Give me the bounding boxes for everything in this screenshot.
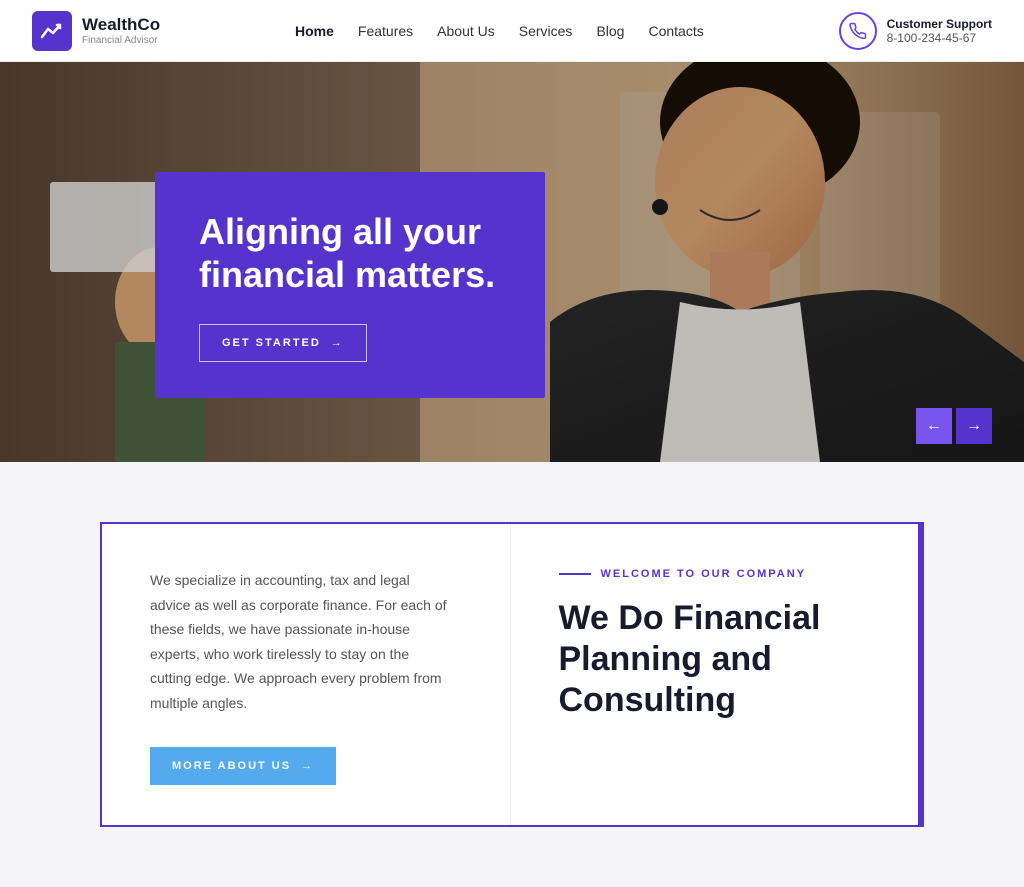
- prev-arrow-icon: ←: [926, 417, 942, 435]
- logo-subtitle: Financial Advisor: [82, 35, 160, 46]
- hero-section: Aligning all your financial matters. GET…: [0, 62, 1024, 462]
- hero-card: Aligning all your financial matters. GET…: [155, 172, 545, 398]
- more-about-us-button[interactable]: MORE ABOUT US →: [150, 747, 336, 785]
- get-started-button[interactable]: GET STARTED →: [199, 324, 367, 362]
- welcome-label: WELCOME TO OUR COMPANY: [559, 568, 871, 580]
- nav-services[interactable]: Services: [519, 23, 573, 39]
- support-area: Customer Support 8-100-234-45-67: [839, 12, 992, 50]
- logo-area[interactable]: WealthCo Financial Advisor: [32, 11, 160, 51]
- nav-blog[interactable]: Blog: [596, 23, 624, 39]
- section-left: We specialize in accounting, tax and leg…: [102, 524, 511, 825]
- hero-title: Aligning all your financial matters.: [199, 210, 501, 296]
- prev-slide-button[interactable]: ←: [916, 408, 952, 444]
- logo-name: WealthCo: [82, 15, 160, 35]
- logo-text: WealthCo Financial Advisor: [82, 15, 160, 46]
- arrow-right-icon-2: →: [301, 760, 314, 772]
- next-slide-button[interactable]: →: [956, 408, 992, 444]
- phone-icon: [839, 12, 877, 50]
- company-description: We specialize in accounting, tax and leg…: [150, 568, 450, 715]
- nav-contacts[interactable]: Contacts: [648, 23, 703, 39]
- support-phone: 8-100-234-45-67: [887, 31, 992, 45]
- logo-icon: [32, 11, 72, 51]
- section-right: WELCOME TO OUR COMPANY We Do Financial P…: [511, 524, 919, 825]
- nav-features[interactable]: Features: [358, 23, 413, 39]
- arrow-right-icon: →: [331, 337, 344, 349]
- main-nav: Home Features About Us Services Blog Con…: [295, 23, 704, 39]
- welcome-line: [559, 573, 591, 575]
- company-card: We specialize in accounting, tax and leg…: [100, 522, 924, 827]
- next-arrow-icon: →: [966, 417, 982, 435]
- company-section: We specialize in accounting, tax and leg…: [0, 462, 1024, 887]
- nav-home[interactable]: Home: [295, 23, 334, 39]
- section-title: We Do Financial Planning and Consulting: [559, 598, 871, 720]
- nav-about-us[interactable]: About Us: [437, 23, 495, 39]
- support-text: Customer Support 8-100-234-45-67: [887, 17, 992, 45]
- support-label: Customer Support: [887, 17, 992, 31]
- hero-arrows: ← →: [916, 408, 992, 444]
